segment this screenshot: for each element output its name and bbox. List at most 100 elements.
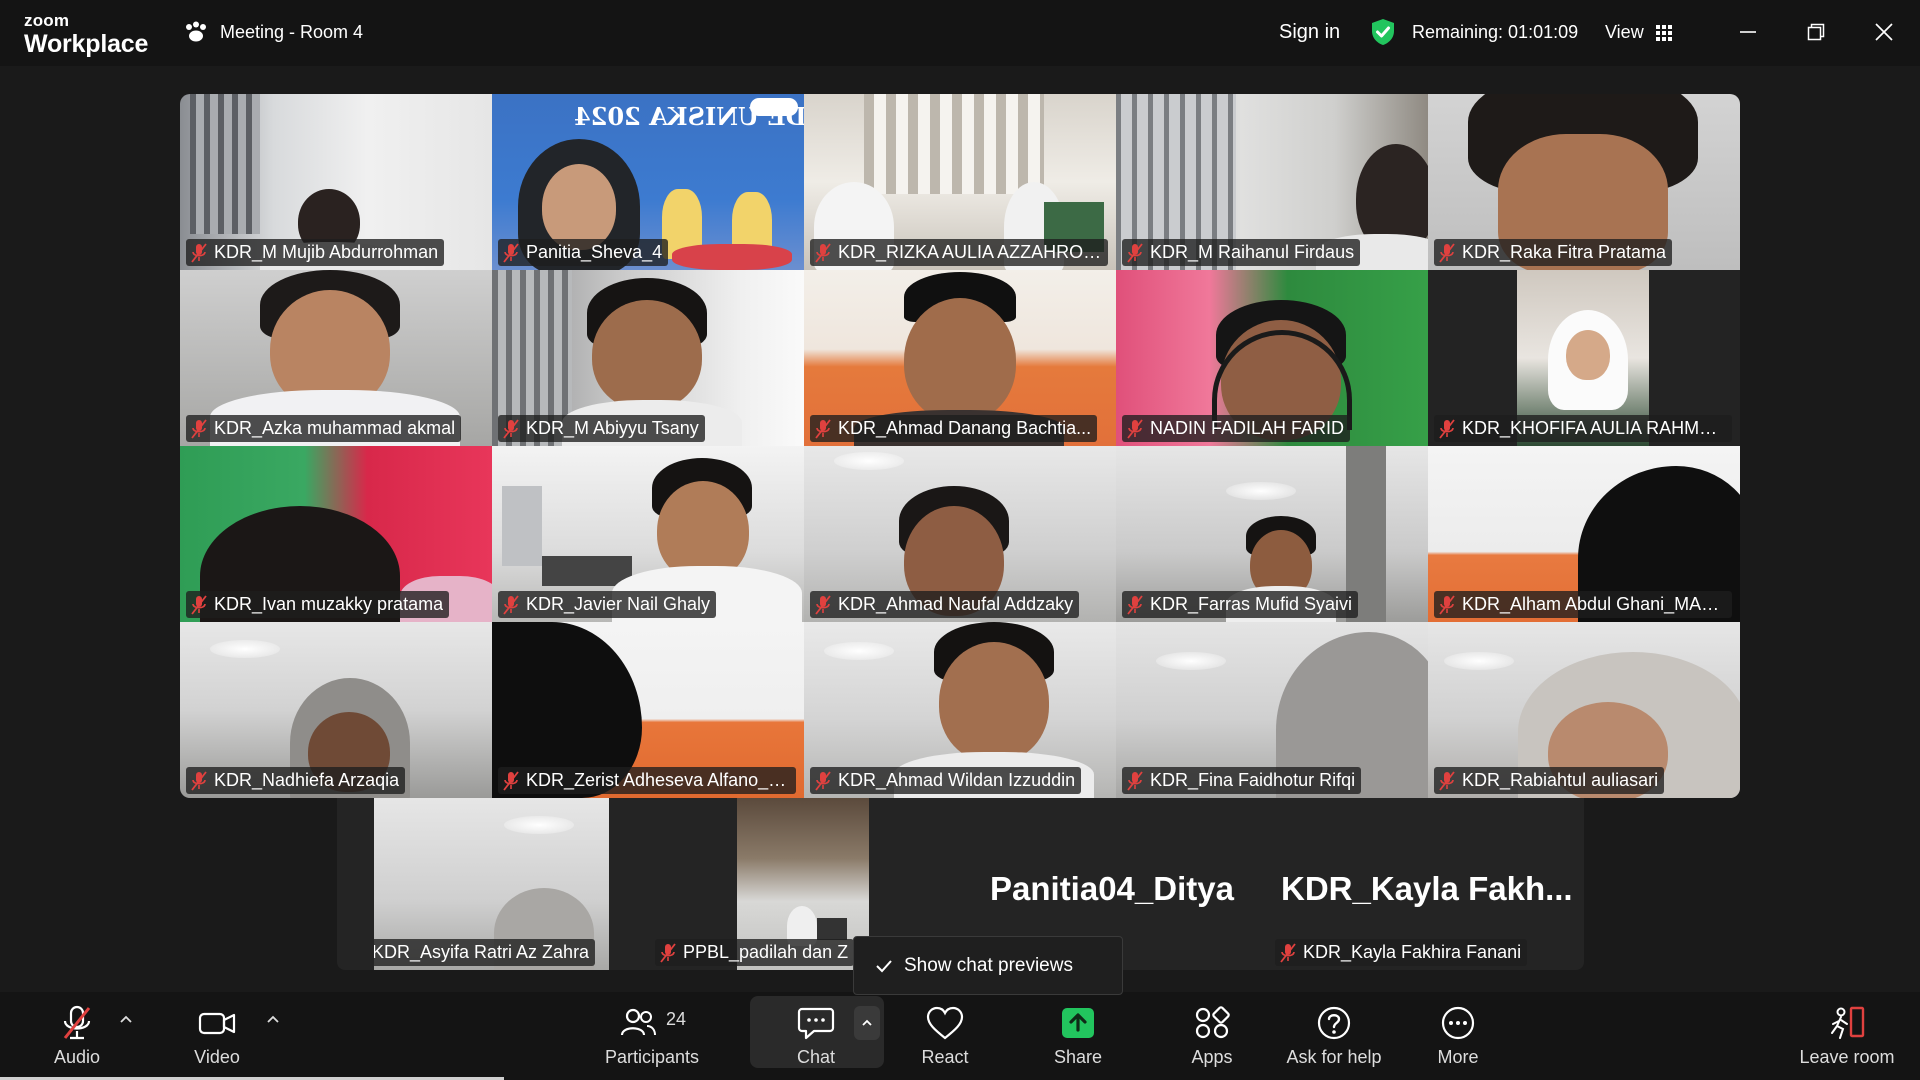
participant-nameplate: KDR_KHOFIFA AULIA RAHMAW... [1434,415,1732,442]
video-button[interactable]: Video [180,992,254,1080]
muted-mic-icon [191,770,207,791]
participant-tile[interactable]: KDR_Azka muhammad akmal [180,270,492,446]
participant-tile[interactable]: KDR_KHOFIFA AULIA RAHMAW... [1428,270,1740,446]
participant-tile[interactable]: KDR_RIZKA AULIA AZZAHROH,... [804,94,1116,270]
participant-name: KDR_M Abiyyu Tsany [526,418,699,438]
muted-mic-icon [660,942,676,963]
participant-name: KDR_Fina Faidhotur Rifqi [1150,770,1356,790]
muted-mic-icon [815,594,831,615]
participant-tile[interactable]: KDR_Javier Nail Ghaly [492,446,804,622]
muted-mic-icon [503,418,519,439]
video-options-chevron-icon[interactable] [263,1010,283,1030]
leave-room-button[interactable]: Leave room [1795,992,1899,1080]
chat-bubble-icon [797,1007,835,1039]
react-label: React [921,1046,969,1067]
participant-name-large[interactable]: KDR_Kayla Fakh... [1281,870,1573,908]
participant-nameplate: KDR_Ahmad Naufal Addzaky [810,591,1080,618]
participants-icon-group: 24 [618,1005,686,1041]
apps-label: Apps [1191,1046,1233,1067]
participant-tile[interactable]: KDR_Asyifa Ratri Az Zahra [374,798,609,970]
participant-tile[interactable]: KDR_M Raihanul Firdaus [1116,94,1428,270]
participant-nameplate: KDR_Raka Fitra Pratama [1434,239,1673,266]
title-bar: zoom Workplace Meeting - Room 4 Sign in … [0,0,1920,66]
ask-for-help-button[interactable]: Ask for help [1280,992,1388,1080]
participant-name: KDR_Rabiahtul auliasari [1462,770,1659,790]
participant-tile[interactable]: KDR_M Mujib Abdurrohman [180,94,492,270]
view-button[interactable]: View [1605,22,1672,43]
participant-nameplate: KDR_Zerist Adheseva Alfano_M... [498,767,796,794]
participant-tile[interactable]: KDR_Farras Mufid Syaivi [1116,446,1428,622]
participant-name: NADIN FADILAH FARID [1150,418,1345,438]
participant-nameplate: KDR_Rabiahtul auliasari [1434,767,1665,794]
video-stage: KDR_M Mujib Abdurrohman OLIMPIADE UNISKA… [0,66,1920,992]
muted-mic-icon [1439,242,1455,263]
restore-button[interactable] [1800,16,1832,48]
participant-tile[interactable]: NADIN FADILAH FARID [1116,270,1428,446]
apps-button[interactable]: Apps [1172,992,1252,1080]
more-button[interactable]: More [1418,992,1498,1080]
react-button[interactable]: React [905,992,985,1080]
participant-name: KDR_Javier Nail Ghaly [526,594,711,614]
meeting-toolbar: Audio Video 24 Participants Chat React S… [0,992,1920,1080]
chat-button[interactable]: Chat [778,992,854,1080]
participant-nameplate: KDR_Azka muhammad akmal [186,415,462,442]
participant-tile[interactable]: KDR_Zerist Adheseva Alfano_M... [492,622,804,798]
participant-tile[interactable]: OLIMPIADE UNISKA 2024 Panitia_Sheva_4 [492,94,804,270]
participant-tile[interactable]: KDR_Nadhiefa Arzaqia [180,622,492,798]
participant-name: KDR_Asyifa Ratri Az Zahra [374,942,590,962]
zoom-logo: zoom Workplace [24,12,148,57]
participant-tile[interactable]: KDR_Ahmad Naufal Addzaky [804,446,1116,622]
minimize-button[interactable] [1732,16,1764,48]
participants-label: Participants [604,1046,700,1067]
ask-for-help-label: Ask for help [1286,1046,1382,1067]
close-button[interactable] [1868,16,1900,48]
audio-button[interactable]: Audio [40,992,114,1080]
muted-mic-icon [815,770,831,791]
participant-nameplate: KDR_M Abiyyu Tsany [498,415,705,442]
muted-mic-icon [1127,770,1143,791]
sign-in-button[interactable]: Sign in [1279,21,1340,44]
participant-tile-active-speaker[interactable]: KDR_Ahmad Danang Bachtia... [804,270,1116,446]
participant-nameplate: KDR_Kayla Fakhira Fanani [1275,939,1528,966]
participant-nameplate: PPBL_padilah dan Z [655,939,855,966]
participant-nameplate: Panitia_Sheva_4 [498,239,669,266]
participant-tile[interactable]: KDR_Ahmad Wildan Izzuddin [804,622,1116,798]
muted-mic-icon [1127,242,1143,263]
muted-mic-icon [191,418,207,439]
participants-button[interactable]: 24 Participants [597,992,707,1080]
gallery-grid: KDR_M Mujib Abdurrohman OLIMPIADE UNISKA… [180,94,1740,798]
participant-tile[interactable]: KDR_Raka Fitra Pratama [1428,94,1740,270]
muted-mic-icon [503,242,519,263]
participant-nameplate: KDR_Ahmad Wildan Izzuddin [810,767,1082,794]
participant-name: KDR_Ahmad Naufal Addzaky [838,594,1074,614]
participant-tile[interactable]: KDR_Ivan muzakky pratama [180,446,492,622]
participant-tile[interactable]: KDR_Fina Faidhotur Rifqi [1116,622,1428,798]
share-button[interactable]: Share [1038,992,1118,1080]
chat-label: Chat [796,1046,836,1067]
muted-mic-icon [1127,594,1143,615]
audio-label: Audio [53,1046,101,1067]
participant-tile[interactable]: KDR_M Abiyyu Tsany [492,270,804,446]
chat-options-button[interactable] [854,1006,880,1040]
participant-nameplate: KDR_M Raihanul Firdaus [1122,239,1361,266]
shield-check-icon[interactable] [1370,18,1396,46]
brand-top: zoom [24,11,70,30]
participant-name: KDR_M Mujib Abdurrohman [214,242,439,262]
participant-nameplate: KDR_Fina Faidhotur Rifqi [1122,767,1362,794]
audio-options-chevron-icon[interactable] [116,1010,136,1030]
participant-tile[interactable]: KDR_Alham Abdul Ghani_MAN ... [1428,446,1740,622]
participant-nameplate: KDR_Ahmad Danang Bachtia... [810,415,1098,442]
participant-name-large[interactable]: Panitia04_Ditya [990,870,1234,908]
show-chat-previews-label: Show chat previews [904,954,1073,976]
meeting-title: Meeting - Room 4 [220,21,364,42]
meeting-paw-icon [186,21,206,42]
show-chat-previews-menu-item[interactable]: Show chat previews [853,936,1123,995]
participant-nameplate: KDR_RIZKA AULIA AZZAHROH,... [810,239,1108,266]
participant-name: Panitia_Sheva_4 [526,242,663,262]
chevron-up-icon [862,1019,872,1026]
more-dots-icon [1441,1006,1475,1039]
meeting-info[interactable]: Meeting - Room 4 [184,21,363,43]
video-label: Video [194,1046,240,1067]
muted-mic-icon [1439,770,1455,791]
participant-tile[interactable]: KDR_Rabiahtul auliasari [1428,622,1740,798]
